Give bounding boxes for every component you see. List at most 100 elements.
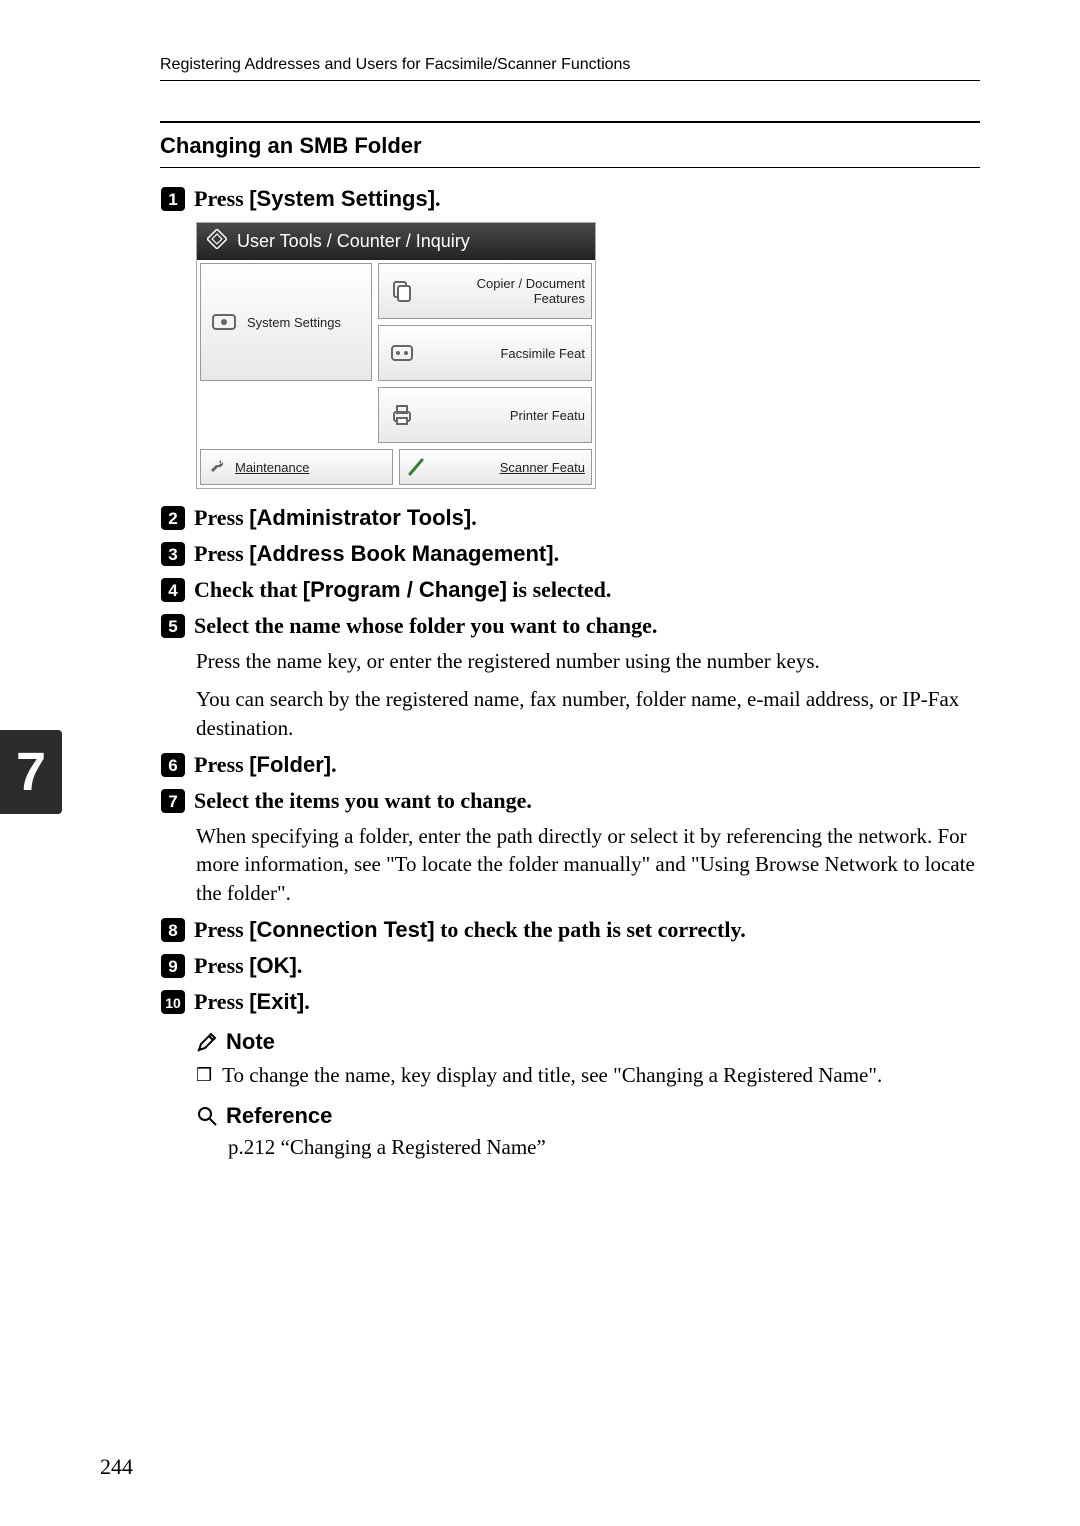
step-text: Press [Exit].	[194, 989, 310, 1015]
step-prefix: Press	[194, 752, 249, 777]
step-8: 8 Press [Connection Test] to check the p…	[160, 917, 980, 943]
svg-text:3: 3	[168, 545, 177, 564]
svg-text:5: 5	[168, 617, 177, 636]
svg-text:2: 2	[168, 509, 177, 528]
step-text: Press [Folder].	[194, 752, 337, 778]
step-number-icon: 7	[160, 788, 186, 814]
ui-tile-label: Printer Featu	[425, 408, 585, 423]
step-prefix: Press	[194, 989, 249, 1014]
printer-icon	[385, 398, 419, 432]
step-prefix: Check that	[194, 577, 303, 602]
ui-tile-system-settings[interactable]: System Settings	[200, 263, 372, 381]
ui-tile-facsimile[interactable]: Facsimile Feat	[378, 325, 592, 381]
diamond-icon	[207, 229, 227, 254]
ui-label: [Folder]	[249, 752, 331, 777]
svg-text:10: 10	[165, 995, 181, 1011]
step-body: Press the name key, or enter the registe…	[196, 647, 980, 675]
step-suffix: to check the path is set correctly.	[435, 917, 746, 942]
step-2: 2 Press [Administrator Tools].	[160, 505, 980, 531]
ui-tile-scanner[interactable]: Scanner Featu	[399, 449, 592, 485]
step-number-icon: 1	[160, 186, 186, 212]
reference-heading-text: Reference	[226, 1103, 332, 1129]
settings-icon	[207, 305, 241, 339]
ui-tile-label: Facsimile Feat	[425, 346, 585, 361]
ui-screenshot: User Tools / Counter / Inquiry System Se…	[196, 222, 596, 489]
step-number-icon: 3	[160, 541, 186, 567]
ui-label: [Exit]	[249, 989, 304, 1014]
pencil-icon	[196, 1031, 218, 1053]
ui-label: [Administrator Tools]	[249, 505, 471, 530]
step-text: Press [OK].	[194, 953, 302, 979]
step-6: 6 Press [Folder].	[160, 752, 980, 778]
ui-tile-maintenance[interactable]: Maintenance	[200, 449, 393, 485]
step-text: Check that [Program / Change] is selecte…	[194, 577, 611, 603]
reference-heading: Reference	[196, 1103, 980, 1129]
ui-tile-copier[interactable]: Copier / Document Features	[378, 263, 592, 319]
step-3: 3 Press [Address Book Management].	[160, 541, 980, 567]
step-5: 5 Select the name whose folder you want …	[160, 613, 980, 742]
step-number-icon: 10	[160, 989, 186, 1015]
note-bullet-text: To change the name, key display and titl…	[222, 1061, 882, 1089]
step-prefix: Press	[194, 917, 249, 942]
ui-label: [Program / Change]	[303, 577, 507, 602]
step-10: 10 Press [Exit].	[160, 989, 980, 1015]
step-suffix: .	[554, 541, 560, 566]
svg-text:1: 1	[168, 190, 177, 209]
step-number-icon: 5	[160, 613, 186, 639]
note-heading-text: Note	[226, 1029, 275, 1055]
step-text: Press [Administrator Tools].	[194, 505, 477, 531]
step-1: 1 Press [System Settings]. User Tools / …	[160, 186, 980, 489]
ui-label: [OK]	[249, 953, 297, 978]
step-number-icon: 6	[160, 752, 186, 778]
step-number-icon: 8	[160, 917, 186, 943]
svg-text:9: 9	[168, 957, 177, 976]
running-head: Registering Addresses and Users for Facs…	[160, 56, 980, 81]
step-text: Select the items you want to change.	[194, 788, 532, 814]
section-heading: Changing an SMB Folder	[160, 121, 980, 168]
step-prefix: Select the items you want to change.	[194, 788, 532, 813]
step-text: Press [System Settings].	[194, 186, 441, 212]
step-prefix: Press	[194, 186, 249, 211]
step-text: Press [Connection Test] to check the pat…	[194, 917, 746, 943]
ui-label: [System Settings]	[249, 186, 435, 211]
step-9: 9 Press [OK].	[160, 953, 980, 979]
step-suffix: .	[297, 953, 303, 978]
ui-titlebar: User Tools / Counter / Inquiry	[197, 223, 595, 260]
step-text: Press [Address Book Management].	[194, 541, 559, 567]
step-number-icon: 2	[160, 505, 186, 531]
step-body: When specifying a folder, enter the path…	[196, 822, 980, 907]
page-number: 244	[100, 1454, 133, 1480]
step-4: 4 Check that [Program / Change] is selec…	[160, 577, 980, 603]
chapter-thumb-tab: 7	[0, 730, 62, 814]
step-number-icon: 9	[160, 953, 186, 979]
svg-text:7: 7	[168, 792, 177, 811]
reference-body: p.212 “Changing a Registered Name”	[228, 1135, 980, 1160]
ui-title-text: User Tools / Counter / Inquiry	[237, 231, 470, 252]
ui-label: [Address Book Management]	[249, 541, 553, 566]
step-body: You can search by the registered name, f…	[196, 685, 980, 742]
step-suffix: is selected.	[507, 577, 611, 602]
scanner-icon	[406, 456, 428, 478]
step-suffix: .	[435, 186, 441, 211]
ui-tile-label: System Settings	[247, 315, 365, 330]
svg-text:6: 6	[168, 756, 177, 775]
bullet-icon: ❒	[196, 1061, 212, 1089]
svg-text:4: 4	[168, 581, 178, 600]
ui-tile-label: Maintenance	[235, 460, 386, 475]
step-7: 7 Select the items you want to change. W…	[160, 788, 980, 907]
step-prefix: Press	[194, 505, 249, 530]
step-suffix: .	[471, 505, 477, 530]
svg-text:8: 8	[168, 921, 177, 940]
step-prefix: Press	[194, 541, 249, 566]
step-prefix: Select the name whose folder you want to…	[194, 613, 657, 638]
note-heading: Note	[196, 1029, 980, 1055]
ui-tile-printer[interactable]: Printer Featu	[378, 387, 592, 443]
ui-label: [Connection Test]	[249, 917, 434, 942]
copier-icon	[385, 274, 419, 308]
fax-icon	[385, 336, 419, 370]
ui-tile-label: Scanner Featu	[434, 460, 585, 475]
step-suffix: .	[304, 989, 310, 1014]
note-bullet: ❒ To change the name, key display and ti…	[196, 1061, 980, 1089]
step-suffix: .	[331, 752, 337, 777]
step-text: Select the name whose folder you want to…	[194, 613, 657, 639]
